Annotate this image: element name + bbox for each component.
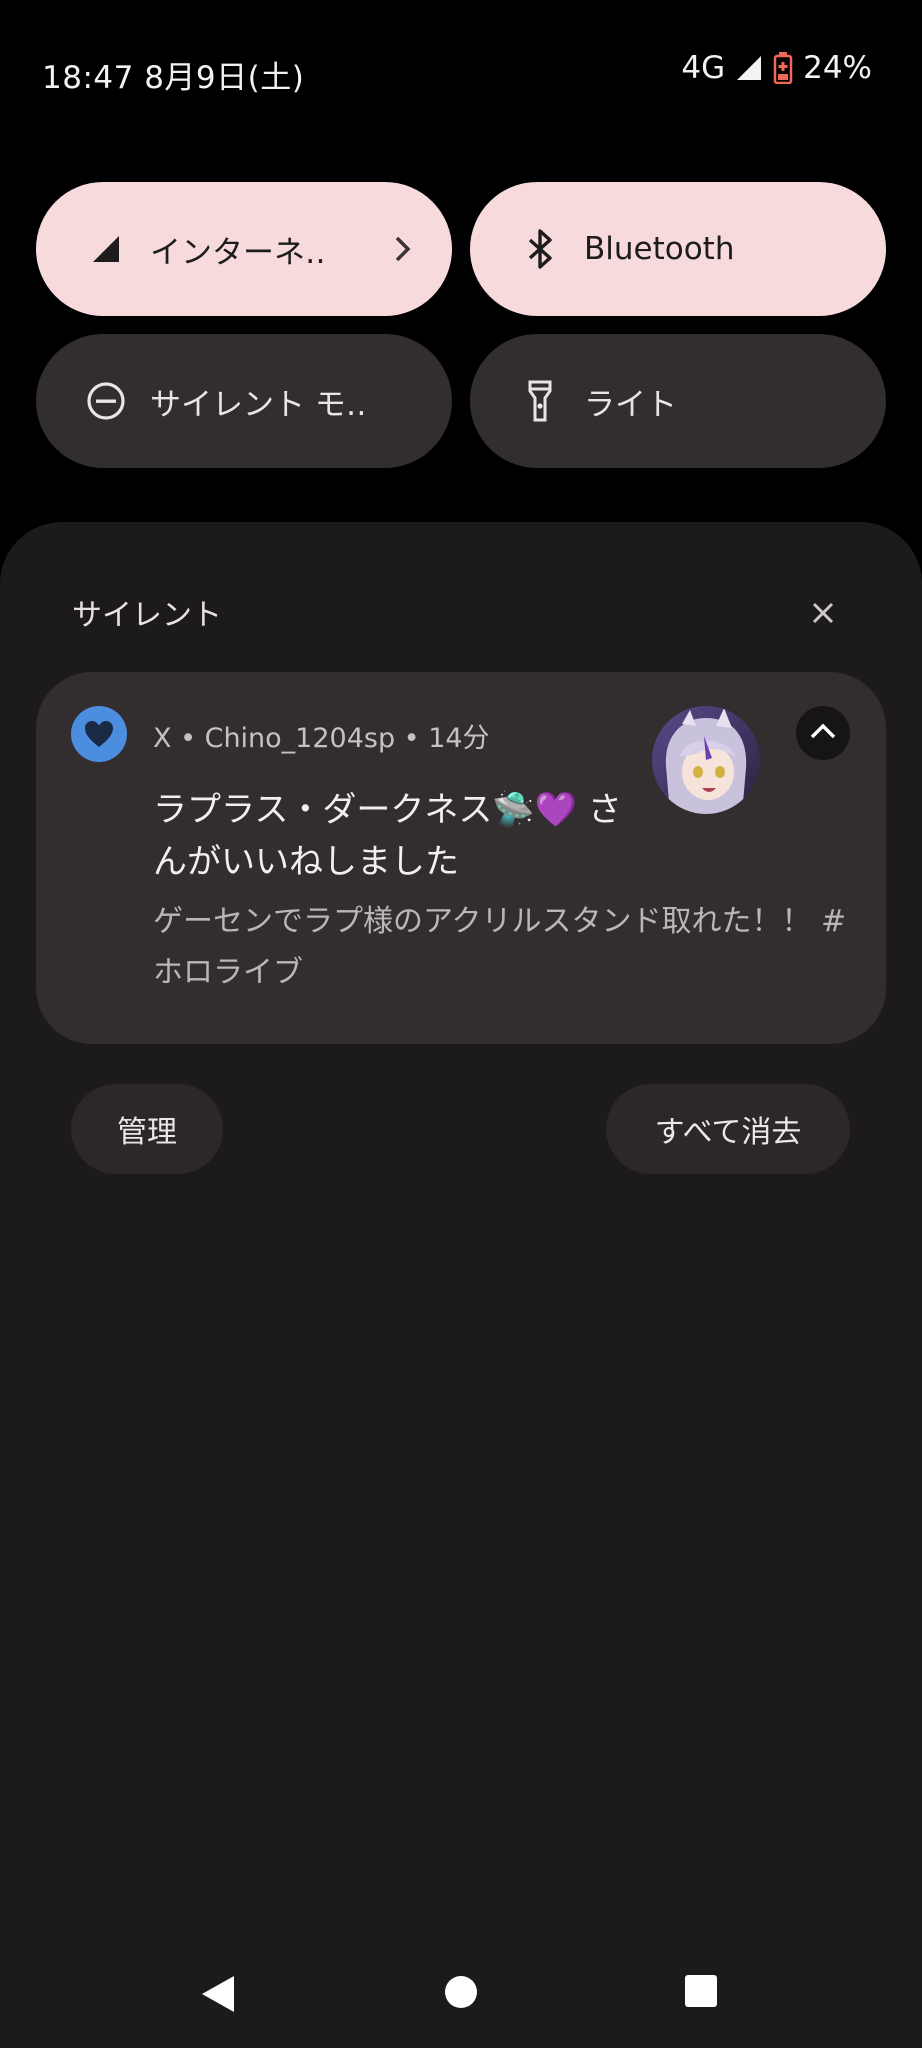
home-icon[interactable]: [441, 1972, 481, 2012]
navigation-bar: [0, 1950, 922, 2048]
manage-button[interactable]: 管理: [71, 1084, 223, 1174]
back-icon[interactable]: [196, 1972, 240, 2016]
status-bar: 18:47 8月9日(土) 4G 24%: [0, 0, 922, 120]
clear-all-button[interactable]: すべて消去: [606, 1084, 850, 1174]
battery-percent: 24%: [803, 50, 872, 86]
status-icons: 4G 24%: [681, 50, 872, 86]
section-title: サイレント: [72, 598, 222, 633]
recents-icon[interactable]: [682, 1972, 720, 2010]
cell-signal-icon: [735, 54, 763, 82]
chevron-right-icon[interactable]: [392, 229, 414, 273]
notification-body: ゲーセンでラプ様のアクリルスタンド取れた！！ #ホロライブ: [153, 904, 847, 990]
tile-label: ライト: [584, 386, 677, 423]
heart-icon: [71, 706, 127, 762]
tile-do-not-disturb[interactable]: サイレント モ‥: [36, 334, 452, 468]
tile-bluetooth[interactable]: Bluetooth: [470, 182, 886, 316]
flashlight-icon: [518, 379, 562, 423]
bluetooth-icon: [518, 227, 562, 271]
tile-flashlight[interactable]: ライト: [470, 334, 886, 468]
notification-title: ラプラス・ダークネス🛸💜 さんがいいねしました: [153, 790, 622, 882]
tile-label: サイレント モ‥: [150, 386, 367, 423]
tile-label: Bluetooth: [584, 231, 735, 267]
notification-meta: X • Chino_1204sp • 14分: [153, 723, 490, 754]
chevron-up-icon: [808, 721, 838, 745]
do-not-disturb-icon: [84, 379, 128, 423]
network-type: 4G: [681, 50, 726, 86]
battery-icon: [773, 52, 793, 84]
avatar: [652, 706, 760, 814]
status-time-date: 18:47 8月9日(土): [42, 60, 305, 96]
signal-icon: [84, 227, 128, 271]
close-icon[interactable]: [806, 596, 840, 630]
tile-label: インターネ‥: [150, 234, 326, 271]
collapse-button[interactable]: [796, 706, 850, 760]
tile-internet[interactable]: インターネ‥: [36, 182, 452, 316]
